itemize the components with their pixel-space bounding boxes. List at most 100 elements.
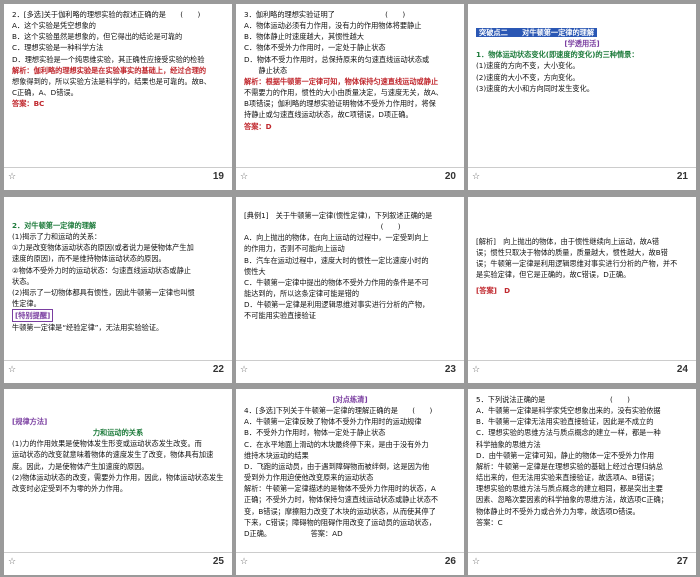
page-number: 19 — [212, 171, 224, 182]
option-d: D．由牛顿第一定律可知，静止的物体一定不受外力作用 — [476, 450, 655, 460]
option-b: B．不受外力作用时，物体一定处于静止状态 — [244, 428, 386, 438]
analysis-text: 因素、忽略次要因素的科学抽象的思维方法，故选项C正确； — [476, 495, 668, 505]
slide-content: 2．[多选]关于伽利略的理想实验的叙述正确的是 ( ) A．这个实验是凭空想象的… — [4, 4, 232, 168]
analysis-text: C正确，A、D错误。 — [12, 88, 78, 98]
option-d: D．牛顿第一定律是利用逻辑思维对事实进行分析的产物， — [244, 300, 430, 310]
question-text: 5．下列说法正确的是 ( ) — [476, 395, 630, 404]
option-d: D．理想实验是一个纯思维实验，其正确性应接受实验的检验 — [12, 54, 205, 64]
analysis-text: 误；惯性只取决于物体的质量，质量越大，惯性越大，故B错 — [476, 248, 668, 258]
list-item: (3)速度的大小和方向同时发生变化。 — [476, 83, 594, 93]
option-a: A．牛顿第一定律是科学家凭空想象出来的，没有实验依据 — [476, 406, 661, 416]
option-a: 的作用力，否则不可能向上运动 — [244, 244, 345, 254]
page-number: 24 — [676, 364, 688, 375]
method-label: [规律方法] — [12, 417, 48, 426]
analysis-text: 解析：根据牛顿第一定律可知，物体保持匀速直线运动或静止 — [244, 76, 439, 86]
page-number: 27 — [676, 556, 688, 567]
option-d: 不可能用实验直接验证 — [244, 311, 316, 321]
page-number: 21 — [676, 171, 688, 182]
page-number: 23 — [444, 364, 456, 375]
page-number: 22 — [212, 364, 224, 375]
option-c: C．理想实验的思维方法与质点概念的建立一样，都是一种 — [476, 428, 661, 438]
analysis-text: 正确；不受外力时，物体保持匀速直线运动状态或静止状态不 — [244, 495, 439, 505]
option-a: A．牛顿第一定律反映了物体不受外力作用时的运动规律 — [244, 417, 422, 427]
topic-heading: 2．对牛顿第一定律的理解 — [12, 221, 97, 230]
option-c: 能达到的，所以这条定律可能是错的 — [244, 289, 360, 299]
body-text: 速度的原因)，而不是维持物体运动状态的原因。 — [12, 254, 166, 264]
slide-27[interactable]: 5．下列说法正确的是 ( ) A．牛顿第一定律是科学家凭空想象出来的，没有实验依… — [468, 389, 696, 575]
body-text: 状态。 — [12, 276, 34, 286]
body-text: 改变时必定受到不为零的外力作用。 — [12, 483, 128, 493]
analysis-text: 解析：牛顿第一定律描述的是物体不受外力作用时的状态，A — [244, 484, 436, 494]
page-number: 25 — [212, 556, 224, 567]
answer-text: [答案] D — [476, 285, 511, 295]
slide-content: [典例1] 关于牛顿第一定律(惯性定律)，下列叙述正确的是 ( ) A．向上抛出… — [236, 197, 464, 361]
slide-content: 5．下列说法正确的是 ( ) A．牛顿第一定律是科学家凭空想象出来的，没有实验依… — [468, 389, 696, 553]
option-b: B．这个实验虽然是想象的，但它得出的结论是可靠的 — [12, 32, 183, 42]
question-text: 2．[多选]关于伽利略的理想实验的叙述正确的是 ( ) — [12, 10, 201, 19]
slide-footer: ☆ 20 — [236, 167, 464, 190]
slide-content: [对点练清] 4．[多选]下列关于牛顿第一定律的理解正确的是 ( ) A．牛顿第… — [236, 389, 464, 553]
star-icon[interactable]: ☆ — [472, 557, 480, 567]
star-icon[interactable]: ☆ — [8, 365, 16, 375]
analysis-text: 理想实验的思维方法与质点概念的建立相同，都是突出主要 — [476, 484, 663, 494]
slide-footer: ☆ 19 — [4, 167, 232, 190]
body-text: 性定律。 — [12, 299, 41, 309]
slide-22[interactable]: 2．对牛顿第一定律的理解 (1)揭示了力和运动的关系： ①力是改变物体运动状态的… — [4, 197, 232, 383]
body-text: (1)揭示了力和运动的关系： — [12, 232, 102, 242]
subsection-label: [学透用活] — [564, 39, 600, 49]
slide-26[interactable]: [对点练清] 4．[多选]下列关于牛顿第一定律的理解正确的是 ( ) A．牛顿第… — [236, 389, 464, 575]
option-c: C．理想实验是一种科学方法 — [12, 43, 104, 53]
slide-21[interactable]: 突破点二 对牛顿第一定律的理解 [学透用活] 1．物体运动状态变化(即速度的变化… — [468, 4, 696, 190]
slide-content: [解析] 向上抛出的物体，由于惯性继续向上运动，故A错 误；惯性只取决于物体的质… — [468, 197, 696, 361]
question-text: [典例1] 关于牛顿第一定律(惯性定律)，下列叙述正确的是 — [244, 211, 433, 220]
slide-23[interactable]: [典例1] 关于牛顿第一定律(惯性定律)，下列叙述正确的是 ( ) A．向上抛出… — [236, 197, 464, 383]
star-icon[interactable]: ☆ — [8, 172, 16, 182]
topic-heading: 1．物体运动状态变化(即速度的变化)的三种情景： — [476, 50, 639, 60]
slide-25[interactable]: [规律方法] 力和运动的关系 (1)力的作用效果是使物体发生形变或运动状态发生改… — [4, 389, 232, 575]
option-d: D．物体不受力作用时，总保持原来的匀速直线运动状态或 — [244, 54, 430, 64]
question-text: 3．伽利略的理想实验证明了 ( ) — [244, 10, 406, 19]
option-c: C．牛顿第一定律中提出的物体不受外力作用的条件是不可 — [244, 277, 429, 287]
slide-20[interactable]: 3．伽利略的理想实验证明了 ( ) A．物体运动必须有力作用，没有力的作用物体将… — [236, 4, 464, 190]
option-c: 科学抽象的思维方法 — [476, 439, 541, 449]
analysis-text: 物体静止时不受外力或合外力为零，故选项D错误。 — [476, 506, 640, 516]
page-number: 20 — [444, 171, 456, 182]
analysis-text: B项错误；伽利略的理想实验证明物体不受外力作用时，将保 — [244, 99, 436, 109]
question-text: 4．[多选]下列关于牛顿第一定律的理解正确的是 ( ) — [244, 406, 433, 416]
option-d: 受到外力作用迫使他改变原来的运动状态 — [244, 473, 374, 483]
slide-19[interactable]: 2．[多选]关于伽利略的理想实验的叙述正确的是 ( ) A．这个实验是凭空想象的… — [4, 4, 232, 190]
option-a: A．向上抛出的物体，在向上运动的过程中，一定受到向上 — [244, 233, 429, 243]
star-icon[interactable]: ☆ — [472, 365, 480, 375]
option-a: A．物体运动必须有力作用，没有力的作用物体将要静止 — [244, 21, 422, 31]
slide-footer: ☆ 26 — [236, 552, 464, 575]
answer-text: 答案：BC — [12, 99, 45, 109]
star-icon[interactable]: ☆ — [472, 172, 480, 182]
star-icon[interactable]: ☆ — [8, 557, 16, 567]
slide-content: 3．伽利略的理想实验证明了 ( ) A．物体运动必须有力作用，没有力的作用物体将… — [236, 4, 464, 168]
star-icon[interactable]: ☆ — [240, 172, 248, 182]
body-text: (2)揭示了一切物体都具有惯性，因此牛顿第一定律也叫惯 — [12, 287, 195, 297]
analysis-text: 结出来的，但无法用实验来直接验证，故选项A、B错误； — [476, 473, 659, 483]
option-c: C．物体不受外力作用时，一定处于静止状态 — [244, 43, 386, 53]
star-icon[interactable]: ☆ — [240, 365, 248, 375]
slide-content: 突破点二 对牛顿第一定律的理解 [学透用活] 1．物体运动状态变化(即速度的变化… — [468, 4, 696, 168]
analysis-text: 误；牛顿第一定律是利用逻辑思维对事实进行分析的产物，并不 — [476, 259, 678, 269]
star-icon[interactable]: ☆ — [240, 557, 248, 567]
list-item: (2)速度的大小不变，方向变化。 — [476, 72, 580, 82]
practice-label: [对点练清] — [332, 395, 368, 404]
body-text: 运动状态的改变就意味着物体的速度发生了改变，物体具有加速 — [12, 450, 214, 460]
slide-content: 2．对牛顿第一定律的理解 (1)揭示了力和运动的关系： ①力是改变物体运动状态的… — [4, 197, 232, 361]
option-b: 惯性大 — [244, 266, 266, 276]
option-a: A．这个实验是凭空想象的 — [12, 21, 96, 31]
slide-footer: ☆ 23 — [236, 360, 464, 383]
slide-footer: ☆ 27 — [468, 552, 696, 575]
option-b: B．物体静止时速度越大，其惯性越大 — [244, 32, 364, 42]
option-c: 维持木块运动的结果 — [244, 450, 309, 460]
analysis-text: 想象得到的，所以实验方法是科学的，结果也是可靠的。故B、 — [12, 76, 211, 86]
body-text: (1)力的作用效果是使物体发生形变或运动状态发生改变。而 — [12, 439, 202, 449]
option-c: C．在水平地面上滑动的木块最终停下来，是由于没有外力 — [244, 439, 429, 449]
slide-24[interactable]: [解析] 向上抛出的物体，由于惯性继续向上运动，故A错 误；惯性只取决于物体的质… — [468, 197, 696, 383]
analysis-text: 下来，C错误；障碍物的阻碍作用改变了运动员的运动状态， — [244, 517, 436, 527]
slide-footer: ☆ 24 — [468, 360, 696, 383]
tip-label: [特别提醒] — [12, 309, 224, 323]
